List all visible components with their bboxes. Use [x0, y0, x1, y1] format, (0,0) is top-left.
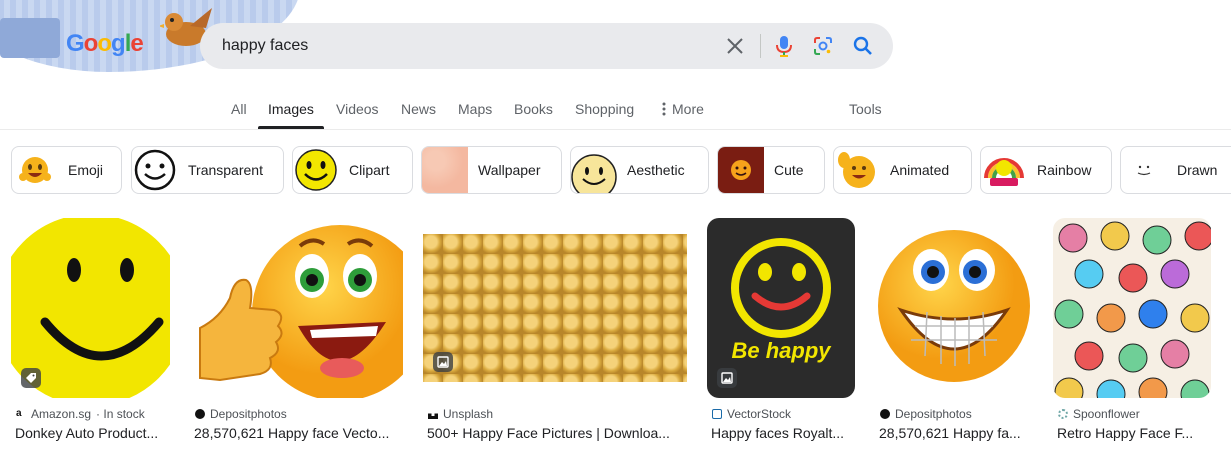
chip-cute-label: Cute	[774, 162, 804, 178]
tab-all[interactable]: All	[231, 101, 247, 117]
three-dots-vertical-icon	[662, 102, 666, 116]
chip-animated-thumbnail	[834, 147, 880, 193]
result-stock-status: · In stock	[96, 407, 145, 421]
chip-transparent-thumbnail	[132, 147, 178, 193]
tab-maps[interactable]: Maps	[458, 101, 492, 117]
result-title[interactable]: Donkey Auto Product...	[15, 425, 175, 441]
chip-cute-thumbnail	[718, 147, 764, 193]
chip-rainbow[interactable]: Rainbow	[980, 146, 1112, 194]
chip-drawn-thumbnail	[1121, 147, 1167, 193]
active-tab-indicator	[258, 126, 324, 129]
image-icon	[717, 368, 737, 388]
chip-aesthetic-label: Aesthetic	[627, 162, 685, 178]
chip-wallpaper[interactable]: Wallpaper	[421, 146, 562, 194]
result-source: Spoonflower	[1058, 407, 1140, 421]
search-input[interactable]: happy faces	[222, 23, 308, 69]
result-source-name: Unsplash	[443, 407, 494, 421]
search-tabs: All Images Videos News Maps Books Shoppi…	[0, 88, 1231, 130]
tag-icon	[21, 368, 41, 388]
amazon-icon: a	[16, 408, 22, 419]
search-divider	[760, 34, 761, 58]
image-icon	[433, 352, 453, 372]
tab-more-label: More	[672, 101, 704, 117]
result-thumbnail[interactable]	[423, 234, 687, 382]
search-icon	[853, 36, 872, 55]
result-title[interactable]: Retro Happy Face F...	[1057, 425, 1215, 441]
result-source-name: VectorStock	[727, 407, 792, 421]
result-source: Depositphotos	[195, 407, 287, 421]
chip-wallpaper-label: Wallpaper	[478, 162, 541, 178]
google-logo: Google	[66, 30, 144, 57]
chip-animated[interactable]: Animated	[833, 146, 972, 194]
result-thumbnail[interactable]	[190, 218, 403, 398]
depositphotos-icon	[880, 409, 890, 419]
result-source: a Amazon.sg · In stock	[16, 407, 145, 421]
camera-lens-icon	[814, 37, 832, 55]
result-title[interactable]: 28,570,621 Happy face Vecto...	[194, 425, 406, 441]
chip-emoji-label: Emoji	[68, 162, 104, 178]
chip-clipart-label: Clipart	[349, 162, 390, 178]
chip-aesthetic[interactable]: Aesthetic	[570, 146, 709, 194]
chip-cute[interactable]: Cute	[717, 146, 825, 194]
doodle-dock-illustration	[0, 18, 60, 58]
result-thumbnail[interactable]: Be happy	[707, 218, 855, 398]
result-source: Unsplash	[428, 407, 493, 421]
result-source: Depositphotos	[880, 407, 972, 421]
tab-more[interactable]: More	[662, 101, 704, 117]
chip-emoji[interactable]: Emoji	[11, 146, 122, 194]
chip-rainbow-thumbnail	[981, 147, 1027, 193]
result-thumbnail[interactable]	[11, 218, 170, 398]
tab-news[interactable]: News	[401, 101, 436, 117]
voice-search-button[interactable]	[769, 31, 799, 61]
chip-emoji-thumbnail	[12, 147, 58, 193]
unsplash-icon	[428, 413, 438, 419]
tab-images[interactable]: Images	[268, 101, 314, 117]
image-results: a Amazon.sg · In stock Donkey Auto Produ…	[0, 218, 1231, 450]
result-source-name: Depositphotos	[895, 407, 972, 421]
chip-drawn[interactable]: Drawn	[1120, 146, 1231, 194]
chip-clipart-thumbnail	[293, 147, 339, 193]
result-source: VectorStock	[712, 407, 791, 421]
lens-search-button[interactable]	[808, 31, 838, 61]
result-source-name: Amazon.sg	[31, 407, 92, 421]
result-title[interactable]: 28,570,621 Happy fa...	[879, 425, 1037, 441]
depositphotos-icon	[195, 409, 205, 419]
tab-books[interactable]: Books	[514, 101, 553, 117]
result-source-name: Spoonflower	[1073, 407, 1140, 421]
tools-button[interactable]: Tools	[849, 101, 882, 117]
result-title[interactable]: 500+ Happy Face Pictures | Downloa...	[427, 425, 691, 441]
tab-videos[interactable]: Videos	[336, 101, 379, 117]
clear-search-button[interactable]	[720, 31, 750, 61]
result-title[interactable]: Happy faces Royalt...	[711, 425, 859, 441]
chip-transparent[interactable]: Transparent	[131, 146, 284, 194]
result-source-name: Depositphotos	[210, 407, 287, 421]
result-thumbnail[interactable]	[1053, 218, 1211, 398]
search-bar[interactable]: happy faces	[200, 23, 893, 69]
vectorstock-icon	[712, 409, 722, 419]
spoonflower-icon	[1058, 409, 1068, 419]
refinement-chips: Emoji Transparent Clipart Wallpaper Aest…	[0, 146, 1231, 194]
tab-shopping[interactable]: Shopping	[575, 101, 634, 117]
chip-transparent-label: Transparent	[188, 162, 263, 178]
chip-drawn-label: Drawn	[1177, 162, 1218, 178]
chip-wallpaper-thumbnail	[422, 147, 468, 193]
microphone-icon	[776, 36, 792, 57]
chip-clipart[interactable]: Clipart	[292, 146, 413, 194]
chip-aesthetic-thumbnail	[571, 147, 617, 193]
result-thumbnail[interactable]	[875, 218, 1033, 398]
chip-rainbow-label: Rainbow	[1037, 162, 1092, 178]
chip-animated-label: Animated	[890, 162, 950, 178]
be-happy-text: Be happy	[731, 338, 832, 363]
search-submit-button[interactable]	[848, 31, 878, 61]
close-icon	[727, 38, 743, 54]
